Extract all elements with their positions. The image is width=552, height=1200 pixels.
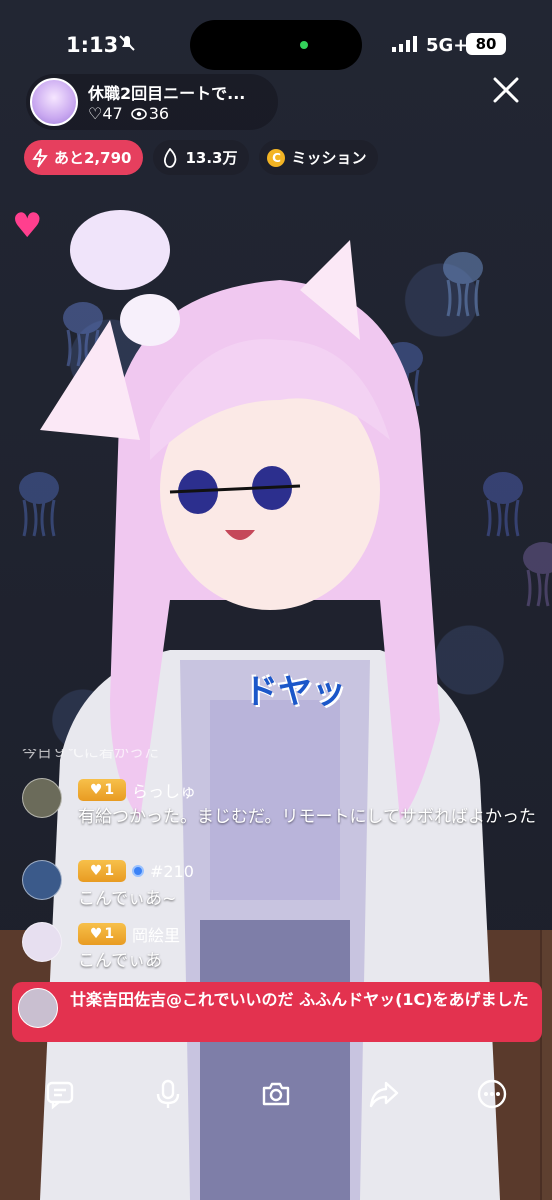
silent-bell-icon	[118, 34, 136, 57]
fan-level: 1	[104, 782, 115, 798]
fan-level-badge: ♥ 1	[78, 923, 126, 945]
viewer-count: 36	[148, 104, 170, 123]
comment-header: ♥ 1 #210	[78, 860, 194, 882]
commenter-name: らっしゅ	[132, 782, 197, 801]
status-time: 1:13	[66, 33, 119, 57]
comment-icon	[46, 1081, 74, 1110]
host-name: 休職2回目ニートで...	[88, 84, 246, 103]
heart-badge-icon: ♥	[89, 782, 103, 798]
comment-button[interactable]	[32, 1066, 88, 1122]
fan-level-badge: ♥ 1	[78, 779, 126, 801]
gift-text: 廿楽吉田佐吉@これでいいのだ ふふんドヤッ(1C)をあげました	[70, 990, 529, 1009]
flame-icon	[164, 147, 177, 168]
gifter-avatar[interactable]	[18, 988, 58, 1028]
mission-pill[interactable]: C ミッション	[259, 140, 379, 175]
commenter-avatar[interactable]	[22, 778, 62, 818]
heart-badge-icon: ♥	[89, 863, 103, 879]
comment-header: ♥ 1 岡絵里	[78, 922, 180, 946]
host-info-card[interactable]: 休職2回目ニートで... ♡47 36	[26, 74, 278, 130]
fan-level: 1	[104, 926, 115, 942]
network-type: 5G+	[426, 35, 469, 56]
microphone-icon	[156, 1079, 180, 1108]
ranking-pill[interactable]: あと2,790	[24, 140, 144, 175]
sticker-text: ドヤッ	[244, 672, 346, 712]
status-bar: 1:13 5G+ 80	[0, 0, 552, 70]
points-pill[interactable]: 13.3万	[153, 140, 250, 175]
comment-header: ♥ 1 らっしゅ	[78, 778, 196, 802]
fan-level: 1	[104, 863, 115, 879]
floating-heart-icon: ♥	[12, 206, 43, 246]
coin-icon: C	[267, 148, 286, 167]
camera-indicator-icon	[300, 41, 308, 49]
mission-label: ミッション	[291, 149, 367, 167]
commenter-avatar[interactable]	[22, 860, 62, 900]
fan-level-badge: ♥ 1	[78, 860, 126, 882]
camera-button[interactable]	[248, 1066, 304, 1122]
host-avatar[interactable]	[30, 78, 78, 126]
bottom-action-bar	[0, 1066, 552, 1122]
host-stats: ♡47 36	[88, 104, 169, 123]
like-count: ♡47	[88, 104, 123, 123]
comment-text: 有給つかった。まじむだ。リモートにしてサボればよかった	[78, 807, 536, 827]
signal-icon	[392, 36, 418, 56]
commenter-name: 岡絵里	[132, 926, 181, 945]
battery-icon: 80	[466, 33, 506, 55]
gift-notification[interactable]: 廿楽吉田佐吉@これでいいのだ ふふんドヤッ(1C)をあげました	[12, 982, 542, 1042]
camera-icon	[262, 1082, 290, 1106]
microphone-button[interactable]	[140, 1066, 196, 1122]
lightning-icon	[32, 147, 48, 168]
verified-dot-icon	[132, 865, 144, 877]
comment-text: こんでぃあ	[78, 951, 163, 971]
commenter-name: #210	[150, 861, 194, 881]
points-value: 13.3万	[185, 149, 238, 167]
eye-icon	[130, 107, 147, 120]
dynamic-island	[190, 20, 362, 70]
viewer-count-group: 36	[130, 104, 170, 123]
more-button[interactable]	[464, 1066, 520, 1122]
close-button[interactable]	[488, 76, 524, 112]
close-icon	[493, 77, 519, 103]
heart-badge-icon: ♥	[89, 926, 103, 942]
share-icon	[369, 1081, 399, 1108]
more-icon	[477, 1079, 507, 1109]
commenter-avatar[interactable]	[22, 922, 62, 962]
comment-text: こんでぃあ~	[78, 889, 177, 909]
remaining-points: あと2,790	[54, 149, 132, 167]
share-button[interactable]	[356, 1066, 412, 1122]
stream-pills: あと2,790 13.3万 C ミッション	[24, 140, 379, 175]
